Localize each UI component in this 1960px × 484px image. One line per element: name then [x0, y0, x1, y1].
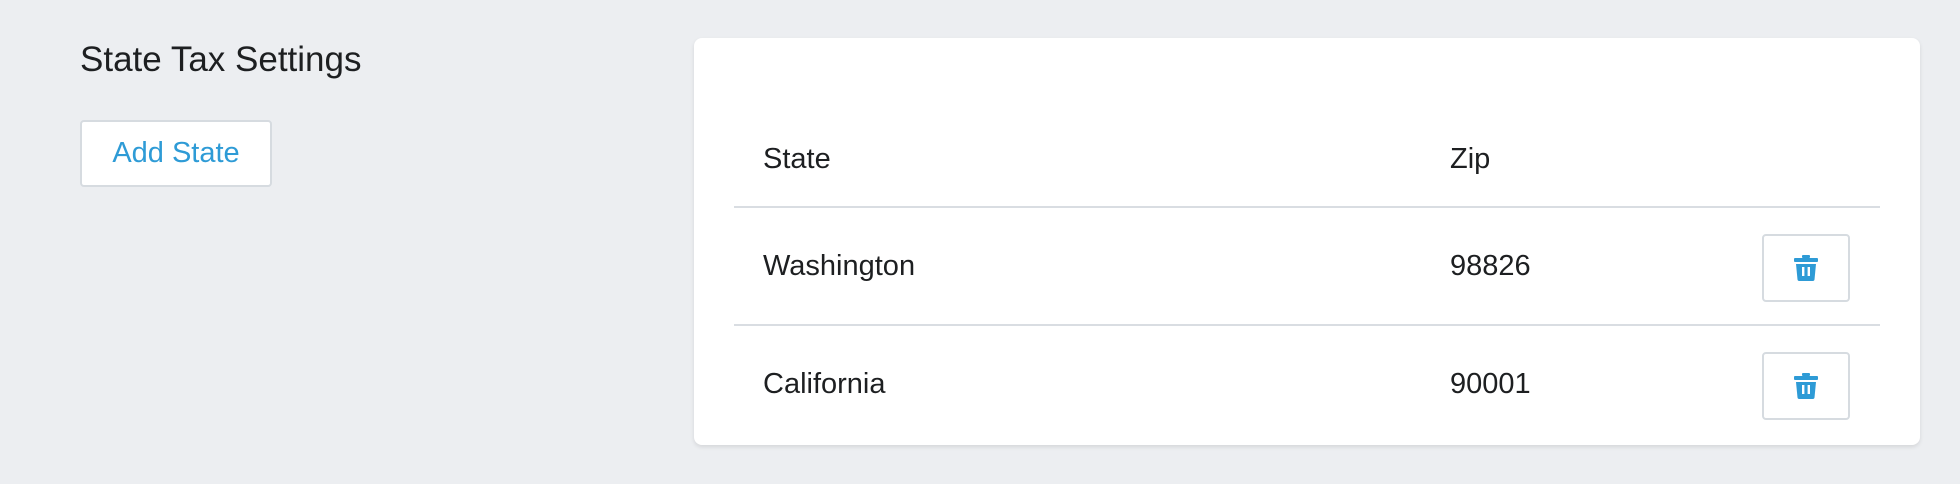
column-header-state: State [763, 143, 831, 175]
table-row: California 90001 [734, 326, 1880, 444]
state-cell: California [763, 368, 886, 400]
table-row: Washington 98826 [734, 208, 1880, 326]
add-state-button[interactable]: Add State [80, 120, 272, 187]
trash-icon [1794, 255, 1818, 281]
zip-cell: 90001 [1450, 368, 1531, 400]
column-header-zip: Zip [1450, 143, 1491, 175]
trash-icon [1794, 373, 1818, 399]
page-title: State Tax Settings [80, 40, 362, 79]
table-header: State Zip [734, 102, 1880, 208]
state-cell: Washington [763, 250, 916, 282]
states-table-card: State Zip Washington 98826 California 90… [694, 38, 1920, 445]
zip-cell: 98826 [1450, 250, 1531, 282]
delete-row-button[interactable] [1762, 352, 1850, 420]
delete-row-button[interactable] [1762, 234, 1850, 302]
